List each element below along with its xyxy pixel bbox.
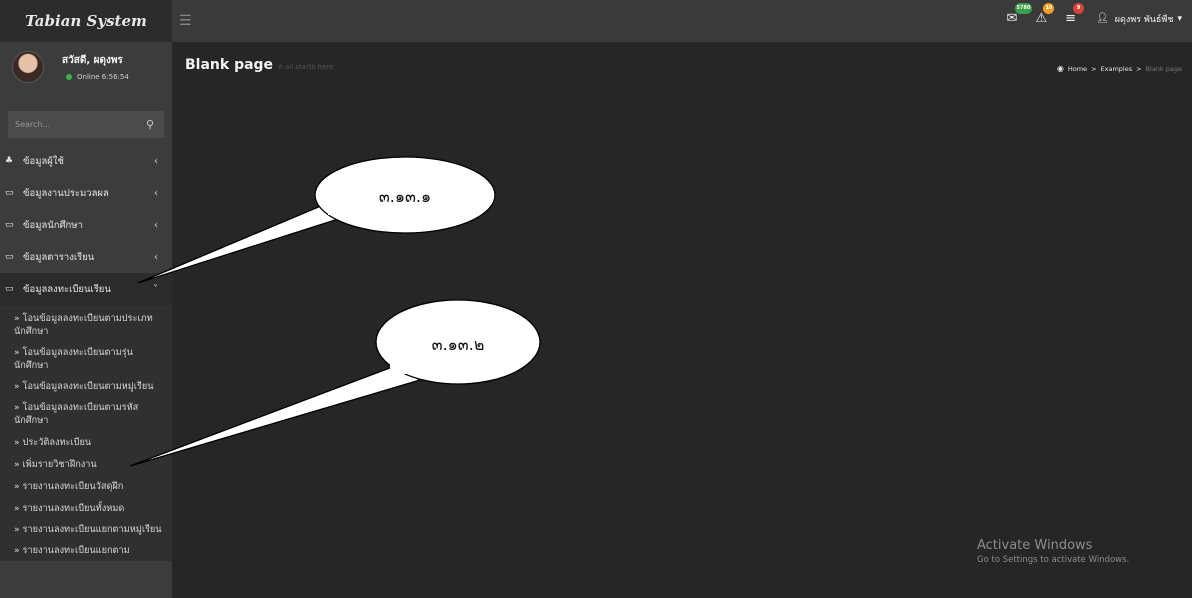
- callout-1: ๓.๑๓.๑: [137, 156, 496, 284]
- app-window: Tabian System สวัสดี, ผดุงพร Online 6:56…: [0, 0, 1192, 598]
- callout-2-label: ๓.๑๓.๒: [432, 335, 485, 354]
- callout-2: ๓.๑๓.๒: [129, 299, 541, 467]
- callout-1-label: ๓.๑๓.๑: [379, 187, 431, 206]
- callout-2-pointer: [129, 365, 422, 467]
- callout-1-join: [328, 205, 370, 215]
- callout-2-join: [390, 358, 426, 374]
- callout-overlay: ๓.๑๓.๑ ๓.๑๓.๒: [129, 156, 541, 467]
